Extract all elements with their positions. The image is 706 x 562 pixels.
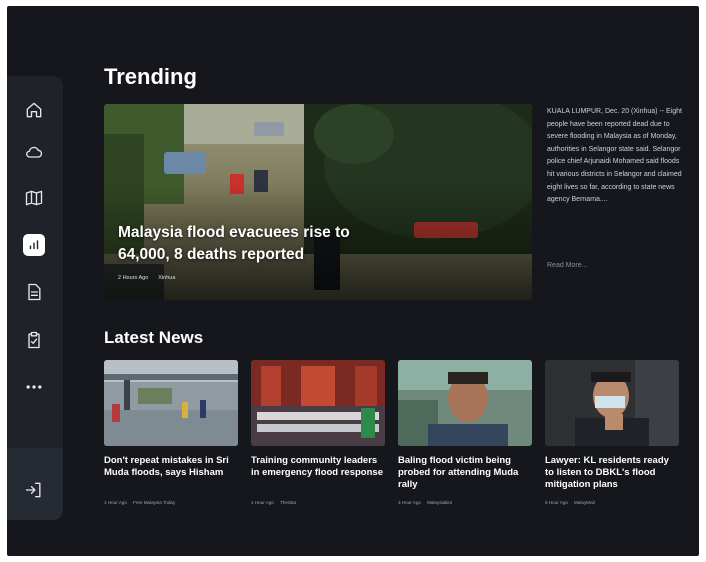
sidebar [7,76,63,520]
cloud-icon [26,146,43,158]
map-icon [25,190,43,206]
news-time: 5 Hour Ago [545,500,568,505]
news-thumbnail [398,360,532,446]
featured-summary: KUALA LUMPUR, Dec. 20 (Xinhua) -- Eight … [547,108,682,204]
news-source: MalayMail [573,500,595,505]
sidebar-item-home[interactable] [22,98,46,122]
news-source: Free Malaysia Today [132,500,176,505]
sidebar-item-tasks[interactable] [22,328,46,352]
home-icon [26,102,42,118]
clipboard-check-icon [28,331,40,349]
news-source: Malaysiakini [426,500,453,505]
news-meta: 5 Hour Ago MalayMail [545,500,595,505]
section-title-trending: Trending [104,64,197,89]
section-title-latest: Latest News [104,328,204,347]
news-card[interactable]: Baling flood victim being probed for att… [398,360,532,505]
news-meta: 1 Hour Ago TheStar [251,500,296,505]
featured-title: Malaysia flood evacuees rise to 64,000, … [118,224,350,263]
logout-icon [25,482,41,498]
news-card[interactable]: Don't repeat mistakes in Sri Muda floods… [104,360,238,505]
news-title: Don't repeat mistakes in Sri Muda floods… [104,455,229,478]
featured-image [104,104,532,300]
more-icon [26,385,42,389]
app-window: Trending Malaysia flood evacuees rise to… [7,6,699,556]
featured-meta: 2 Hours Ago Xinhua [118,275,175,281]
news-card[interactable]: Lawyer: KL residents ready to listen to … [545,360,679,505]
news-thumbnail [251,360,385,446]
sidebar-item-documents[interactable] [22,280,46,304]
news-title: Lawyer: KL residents ready to listen to … [545,455,669,490]
news-source: TheStar [279,500,297,505]
featured-article[interactable]: Malaysia flood evacuees rise to 64,000, … [104,104,532,300]
news-meta: 1 Hour Ago Free Malaysia Today [104,500,175,505]
news-title: Baling flood victim being probed for att… [398,455,519,490]
news-meta: 3 Hour Ago Malaysiakini [398,500,452,505]
sidebar-item-weather[interactable] [22,140,46,164]
news-time: 1 Hour Ago [251,500,274,505]
news-title: Training community leaders in emergency … [251,455,383,478]
featured-source: Xinhua [158,275,176,281]
document-icon [28,283,41,301]
read-more-link[interactable]: Read More... [547,262,587,269]
news-time: 1 Hour Ago [104,500,127,505]
news-thumbnail [545,360,679,446]
sidebar-item-stats[interactable] [22,233,46,257]
sidebar-item-map[interactable] [22,186,46,210]
news-card[interactable]: Training community leaders in emergency … [251,360,385,505]
sidebar-item-more[interactable] [22,375,46,399]
featured-time: 2 Hours Ago [118,275,149,281]
chart-icon [29,240,39,250]
news-time: 3 Hour Ago [398,500,421,505]
news-thumbnail [104,360,238,446]
active-indicator [23,234,45,256]
logout-button[interactable] [22,478,46,502]
